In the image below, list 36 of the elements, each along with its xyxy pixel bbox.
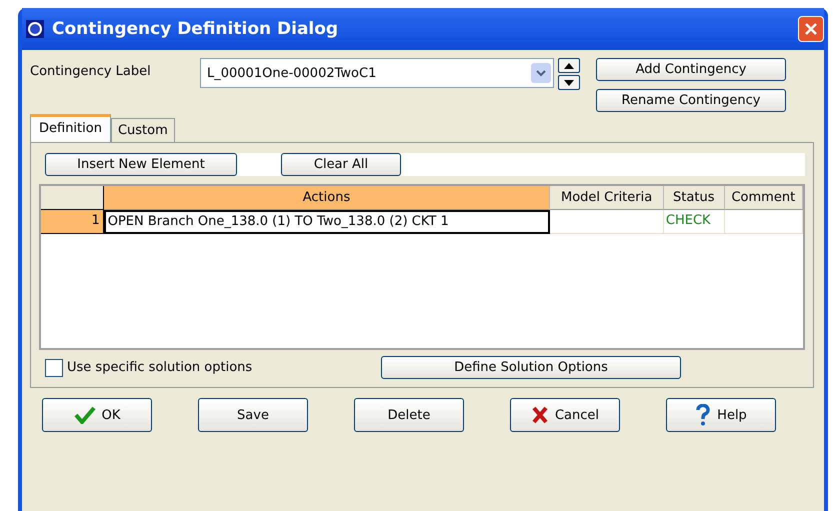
dialog-button[interactable]: Add Contingency xyxy=(596,58,786,81)
dialog-button[interactable]: Help xyxy=(666,398,776,432)
column-header: Comment xyxy=(724,186,803,210)
dialog-button[interactable]: Rename Contingency xyxy=(596,89,786,112)
define-options-button[interactable]: Define Solution Options xyxy=(381,356,681,379)
column-header: Model Criteria xyxy=(550,186,664,210)
checkmark-icon xyxy=(74,406,96,424)
dialog-button[interactable]: Delete xyxy=(354,398,464,432)
close-button[interactable] xyxy=(798,16,824,42)
checkbox[interactable] xyxy=(45,358,63,376)
globe-icon xyxy=(26,20,44,38)
column-header: Status xyxy=(664,186,725,210)
table-cell: CHECK xyxy=(664,210,725,234)
dialog-button[interactable]: Cancel xyxy=(510,398,620,432)
up-arrow-button[interactable] xyxy=(558,58,580,73)
x-icon xyxy=(530,406,549,424)
row-number: 1 xyxy=(41,210,104,234)
dialog-button[interactable]: OK xyxy=(42,398,152,432)
down-arrow-button[interactable] xyxy=(558,75,580,90)
toolbar-button[interactable]: Clear All xyxy=(281,153,401,176)
dialog-button[interactable]: Save xyxy=(198,398,308,432)
question-mark-icon xyxy=(695,404,712,426)
checkbox-label: Use specific solution options xyxy=(67,360,252,375)
corner-cell xyxy=(41,186,104,210)
triangle-down-icon xyxy=(564,80,574,86)
tab[interactable]: Definition xyxy=(30,114,111,142)
table-cell[interactable]: OPEN Branch One_138.0 (1) TO Two_138.0 (2) CKT 1 xyxy=(104,210,550,234)
tab[interactable]: Custom xyxy=(110,118,175,142)
window-title: Contingency Definition Dialog xyxy=(52,19,340,39)
field-label: Contingency Label xyxy=(30,63,152,79)
triangle-up-icon xyxy=(564,62,574,68)
toolbar-button[interactable]: Insert New Element xyxy=(45,153,237,176)
contingency-dropdown[interactable]: L_00001One-00002TwoC1 xyxy=(200,58,554,88)
close-icon xyxy=(804,22,818,36)
column-header: Actions xyxy=(104,186,550,210)
chevron-down-icon[interactable] xyxy=(531,63,551,83)
